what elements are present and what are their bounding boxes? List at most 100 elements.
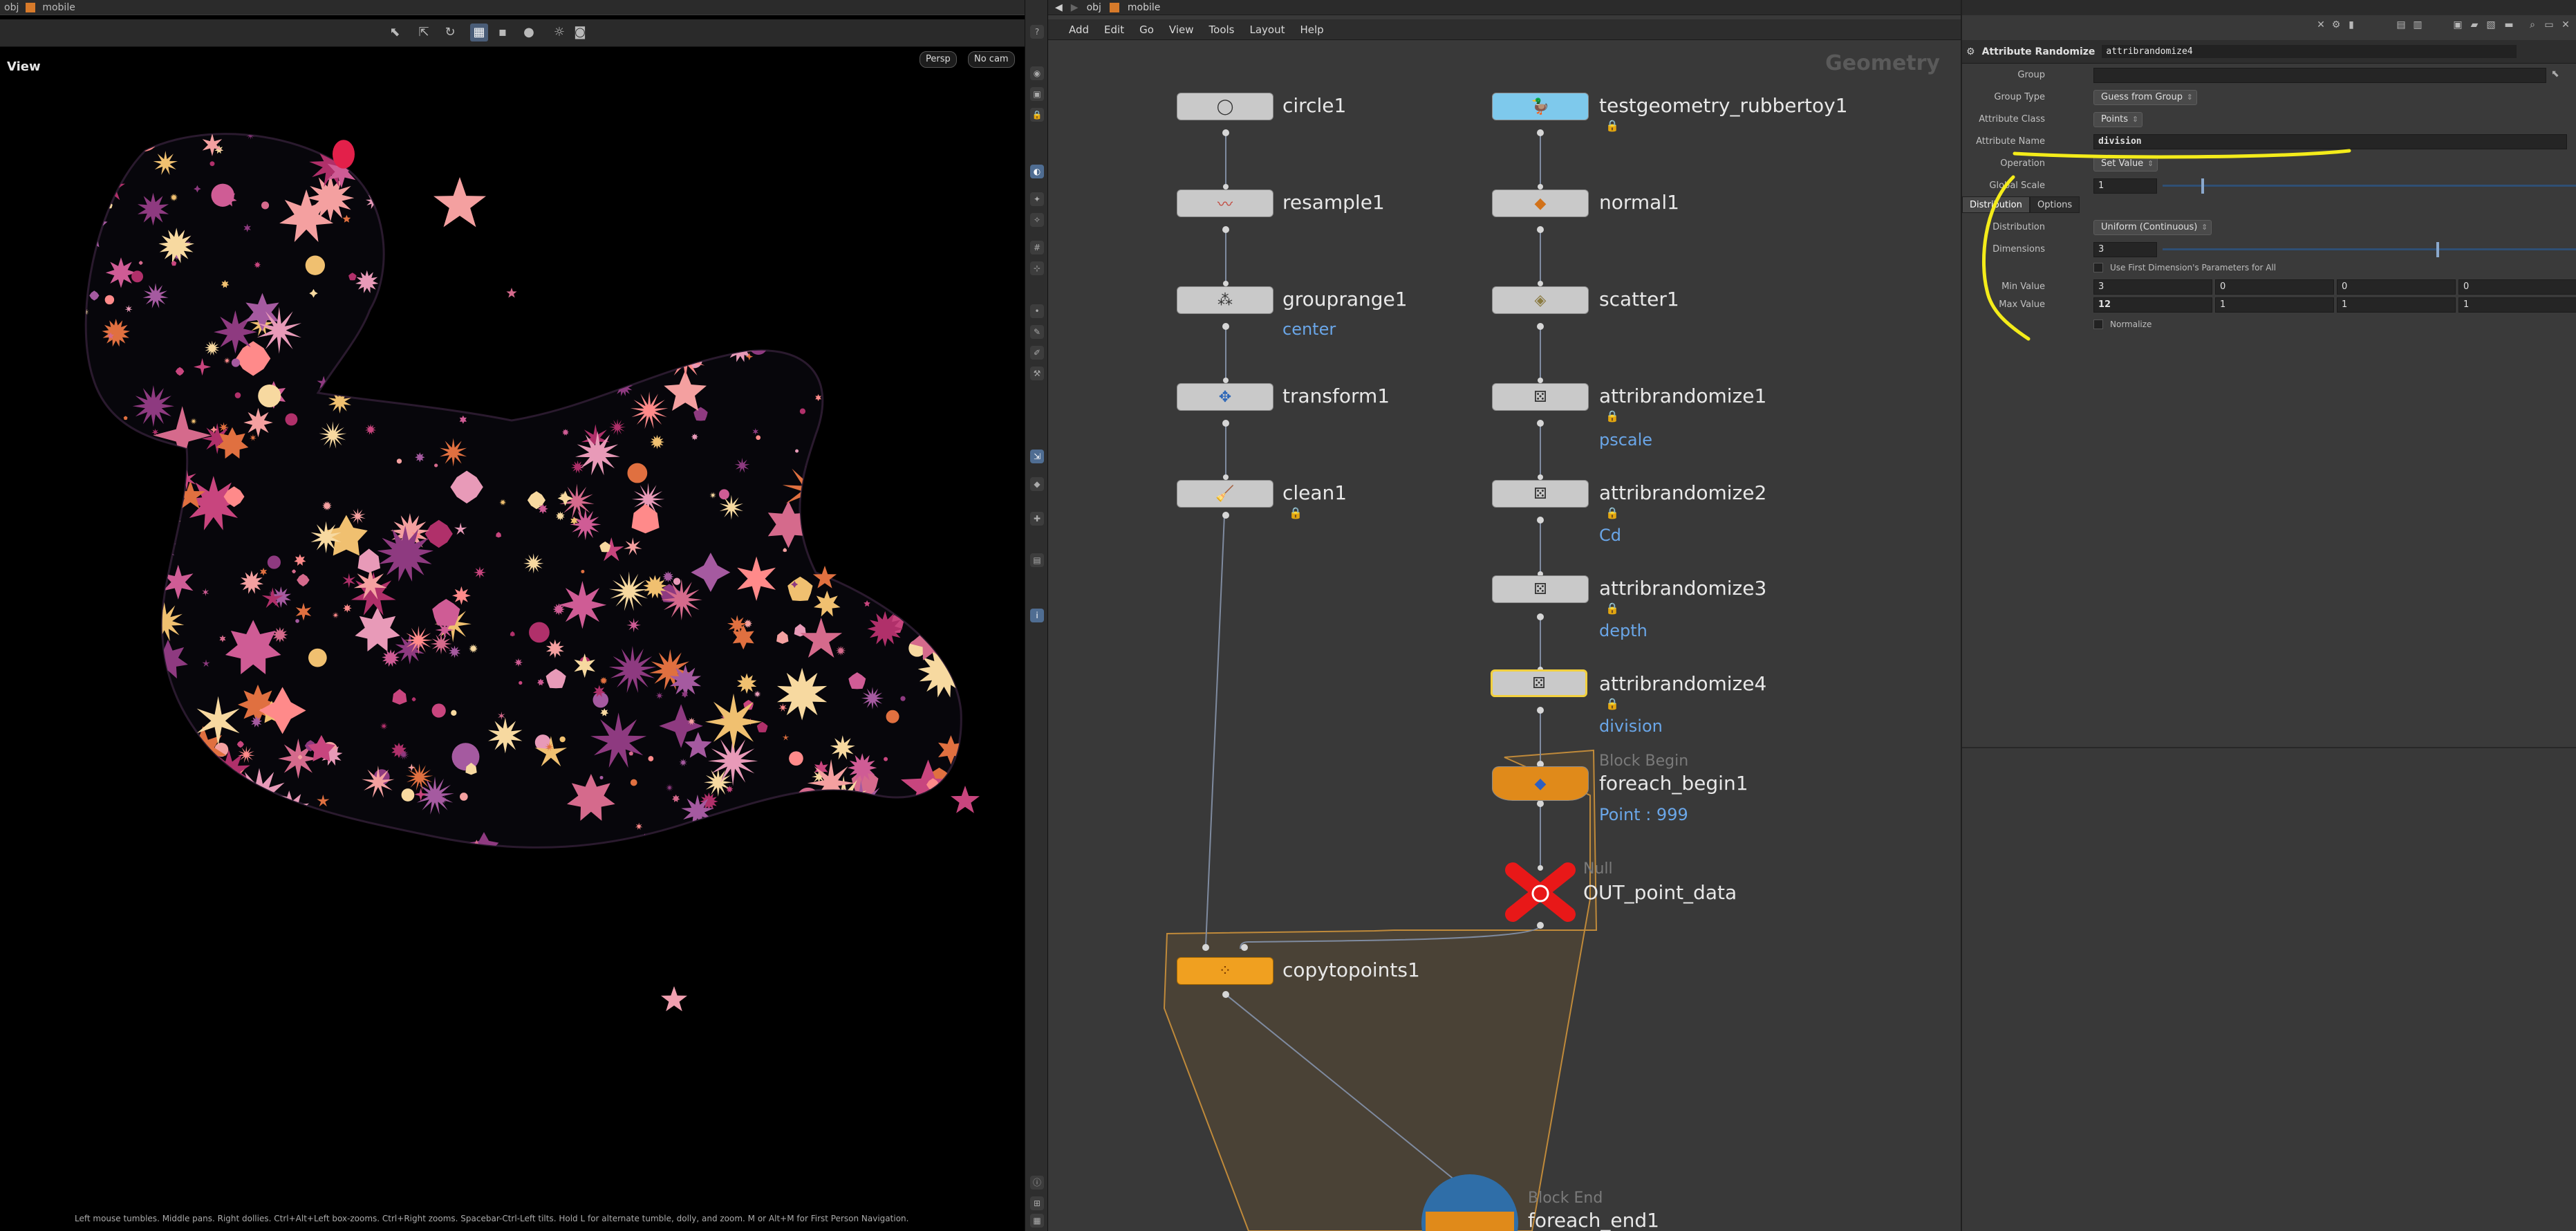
network-editor-pane[interactable]: ◀ ▶ obj mobile Add Edit Go View Tools La… [1048, 0, 1961, 1231]
star-instance [756, 435, 761, 441]
node-attribrandomize3[interactable]: ⚄ [1492, 575, 1589, 603]
node-resample1[interactable]: 〰 [1177, 189, 1273, 217]
layout-icon[interactable]: ⊞ [1030, 1196, 1044, 1210]
star-instance [918, 373, 926, 381]
path-node[interactable]: mobile [42, 2, 75, 13]
node-clean1[interactable]: 🧹 [1177, 480, 1273, 508]
camera-dropdown[interactable]: No cam [968, 51, 1015, 68]
star-instance [460, 793, 468, 801]
star-instance [474, 566, 486, 579]
visibility-icon[interactable]: ◉ [1030, 66, 1044, 80]
tile-icon[interactable]: ▦ [1030, 1214, 1044, 1228]
node-foreach-begin1[interactable]: ◆ [1492, 766, 1589, 801]
point-icon[interactable]: • [1030, 304, 1044, 318]
star-instance [799, 408, 806, 414]
star-instance [794, 842, 799, 847]
sculpt-icon[interactable]: ⚒ [1030, 367, 1044, 380]
star-instance [514, 302, 530, 317]
camera-icon[interactable]: ◆ [1030, 477, 1044, 491]
node-type-out-point-data: Null [1583, 860, 1613, 878]
star-instance [626, 318, 636, 328]
star-instance [618, 333, 622, 337]
paint-icon[interactable]: ✐ [1030, 346, 1044, 360]
node-transform1[interactable]: ✥ [1177, 383, 1273, 411]
node-normal1[interactable]: ◆ [1492, 189, 1589, 217]
star-instance [955, 627, 962, 644]
star-instance [86, 508, 132, 559]
light2-icon[interactable]: ✧ [1030, 213, 1044, 227]
star-instance [908, 366, 940, 398]
info-icon[interactable]: i [1030, 609, 1044, 622]
node-label-scatter1: scatter1 [1599, 288, 1679, 311]
star-instance [579, 378, 594, 393]
camera-light-icon[interactable]: ☼ [550, 24, 568, 41]
snap-icon[interactable]: ⊹ [1030, 261, 1044, 275]
star-instance [730, 306, 768, 343]
help-icon[interactable]: ? [1030, 25, 1044, 39]
lock-icon[interactable]: 🔒 [1605, 409, 1619, 423]
brush-icon[interactable]: ✎ [1030, 325, 1044, 339]
path-context[interactable]: obj [4, 2, 19, 13]
star-instance [807, 807, 815, 815]
node-attribrandomize2[interactable]: ⚄ [1492, 480, 1589, 508]
network-wires [1163, 129, 1598, 1231]
display-options-icon[interactable]: ▪ [494, 24, 512, 41]
node-label-attribrandomize3: attribrandomize3 [1599, 577, 1767, 600]
star-instance [131, 270, 144, 283]
camera-mode-dropdown[interactable]: Persp [920, 51, 957, 68]
move-icon[interactable]: ⇱ [415, 24, 433, 41]
star-instance [940, 400, 947, 407]
node-circle1[interactable]: ◯ [1177, 93, 1273, 120]
grid-icon[interactable]: # [1030, 241, 1044, 254]
node-label-attribrandomize4: attribrandomize4 [1599, 672, 1767, 695]
rotate-icon[interactable]: ↻ [441, 24, 459, 41]
star-instance [946, 258, 962, 276]
copy-node-icon: ⁘ [1218, 962, 1232, 980]
circle-node-icon: ◯ [1216, 98, 1234, 115]
star-instance [117, 135, 129, 146]
star-instance [455, 152, 460, 157]
node-scatter1[interactable]: ◈ [1492, 286, 1589, 314]
snapshot-icon[interactable]: ◙ [571, 24, 589, 41]
light-icon[interactable]: ✦ [1030, 192, 1044, 206]
lock-icon[interactable]: 🔒 [1605, 697, 1619, 710]
star-instance [136, 711, 153, 728]
wireframe-shaded-icon[interactable]: ▦ [470, 24, 488, 41]
star-instance [808, 347, 821, 360]
node-attribrandomize4[interactable]: ⚄ [1491, 669, 1587, 697]
star-instance [924, 465, 929, 469]
star-instance [749, 230, 754, 234]
node-copytopoints1[interactable]: ⁘ [1177, 957, 1273, 985]
node-label-copytopoints1: copytopoints1 [1282, 959, 1420, 981]
node-attribrandomize1[interactable]: ⚄ [1492, 383, 1589, 411]
about-icon[interactable]: ⓘ [1030, 1176, 1044, 1190]
lock-icon[interactable]: 🔒 [1289, 506, 1303, 519]
lock-icon[interactable]: 🔒 [1605, 602, 1619, 615]
star-instance [829, 382, 841, 396]
node-testgeometry-rubbertoy1[interactable]: 🦆 [1492, 93, 1589, 120]
shading-icon[interactable]: ◐ [1030, 165, 1044, 178]
select-icon[interactable]: ⬉ [386, 24, 404, 41]
transform-node-icon: ✥ [1218, 388, 1232, 406]
star-instance [749, 337, 767, 355]
star-instance [655, 281, 663, 290]
star-instance [890, 478, 904, 492]
record-icon[interactable]: ● [520, 24, 538, 41]
star-instance [378, 133, 400, 151]
node-grouprange1[interactable]: ⁂ [1177, 286, 1273, 314]
star-instance [818, 260, 849, 296]
view-toggle-icon[interactable]: ⇲ [1030, 450, 1044, 463]
star-instance [118, 629, 147, 658]
render-icon[interactable]: ▤ [1030, 553, 1044, 567]
guide-icon[interactable]: ✚ [1030, 512, 1044, 526]
star-instance [931, 274, 962, 309]
lock-icon[interactable]: 🔒 [1605, 506, 1619, 519]
lock-icon[interactable]: 🔒 [1030, 108, 1044, 122]
scene-render[interactable] [0, 47, 1025, 1231]
null-node-shape[interactable] [1505, 862, 1576, 922]
star-instance [668, 844, 675, 848]
lock-icon[interactable]: 🔒 [1605, 119, 1619, 132]
node-comment-attribrandomize1: pscale [1599, 430, 1653, 450]
scene-viewport-pane: obj mobile ⬉ ⇱ ↻ ▦ ▪ ● ☼ ◙ View Persp No… [0, 0, 1025, 1231]
display-icon[interactable]: ▣ [1030, 87, 1044, 101]
